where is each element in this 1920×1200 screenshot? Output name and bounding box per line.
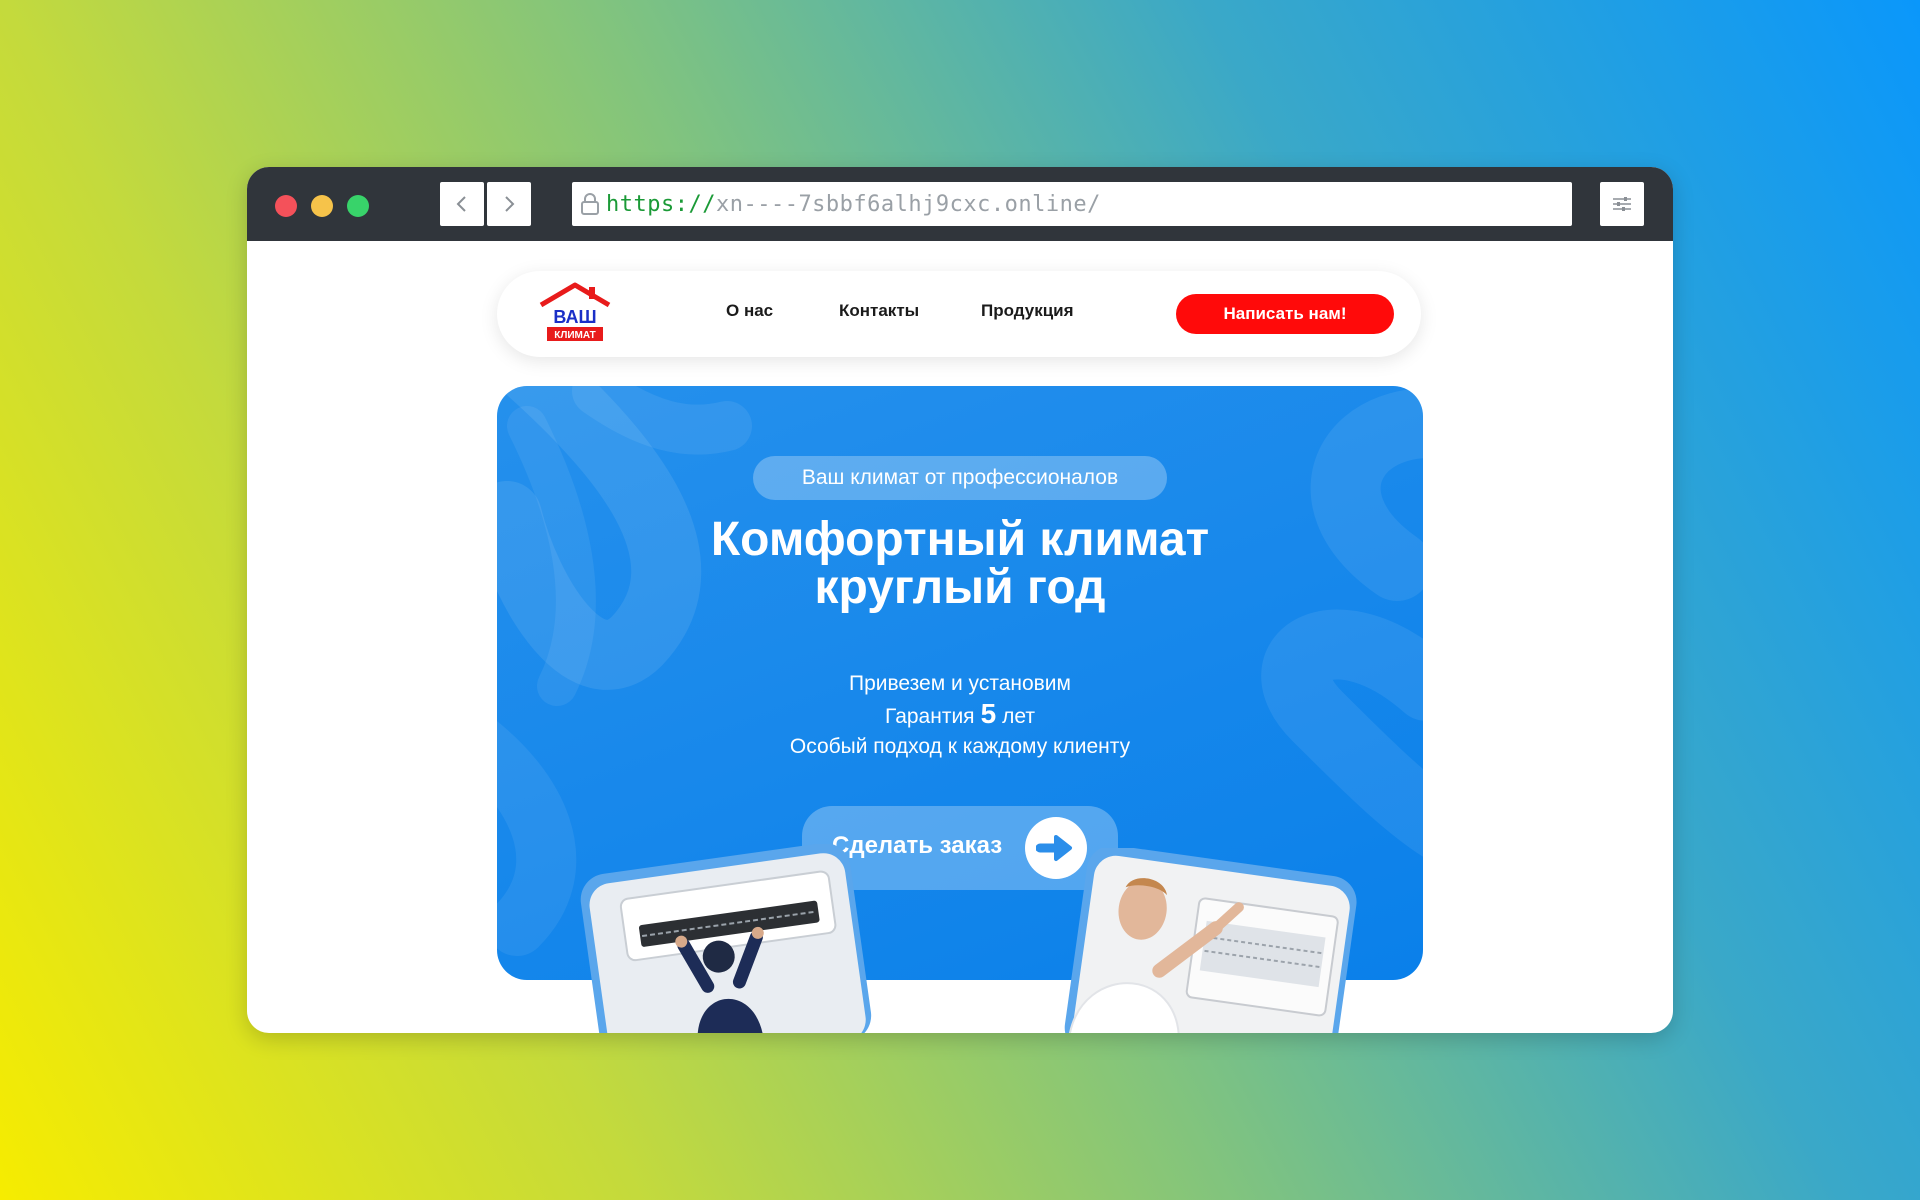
chevron-left-icon — [456, 196, 466, 212]
sliders-icon — [1613, 197, 1631, 211]
feature-delivery: Привезем и установим — [849, 672, 1071, 695]
logo-text-top: ВАШ — [553, 307, 596, 327]
warranty-years: 5 — [980, 698, 997, 729]
hero-title-line-2: круглый год — [814, 561, 1106, 614]
maximize-window-button[interactable] — [347, 195, 369, 217]
browser-window: https://xn----7sbbf6alhj9cxc.online/ ВАШ… — [247, 167, 1673, 1033]
technician-photo-left — [580, 844, 872, 1033]
nav-products-link[interactable]: Продукция — [981, 301, 1074, 321]
hero-title: Комфортный климат круглый год — [497, 516, 1423, 612]
write-us-button[interactable]: Написать нам! — [1176, 294, 1394, 334]
warranty-suffix: лет — [1002, 705, 1035, 728]
close-window-button[interactable] — [275, 195, 297, 217]
browser-toolbar: https://xn----7sbbf6alhj9cxc.online/ — [247, 167, 1673, 241]
hero-badge: Ваш климат от профессионалов — [753, 456, 1167, 500]
nav-contacts-link[interactable]: Контакты — [839, 301, 919, 321]
warranty-prefix: Гарантия — [885, 705, 975, 728]
company-logo[interactable]: ВАШ КЛИМАТ — [537, 281, 613, 345]
lock-icon — [580, 192, 600, 216]
feature-approach: Особый подход к каждому клиенту — [789, 735, 1131, 758]
nav-about-link[interactable]: О нас — [726, 301, 773, 321]
hero-title-line-1: Комфортный климат — [710, 513, 1210, 566]
url-host: xn----7sbbf6alhj9cxc.online/ — [715, 191, 1101, 217]
url-protocol: https:// — [606, 191, 716, 217]
forward-button[interactable] — [487, 182, 531, 226]
settings-button[interactable] — [1600, 182, 1644, 226]
chevron-right-icon — [505, 196, 515, 212]
technician-photo-right — [1064, 848, 1357, 1033]
url-text: https://xn----7sbbf6alhj9cxc.online/ — [606, 192, 1101, 217]
feature-warranty: Гарантия 5 лет — [497, 699, 1423, 732]
back-button[interactable] — [440, 182, 484, 226]
site-header: ВАШ КЛИМАТ О нас Контакты Продукция Напи… — [497, 271, 1421, 357]
minimize-window-button[interactable] — [311, 195, 333, 217]
address-bar[interactable]: https://xn----7sbbf6alhj9cxc.online/ — [572, 182, 1572, 226]
logo-text-bottom: КЛИМАТ — [554, 330, 595, 341]
hero-features: Привезем и установим Гарантия 5 лет Особый… — [497, 669, 1423, 762]
